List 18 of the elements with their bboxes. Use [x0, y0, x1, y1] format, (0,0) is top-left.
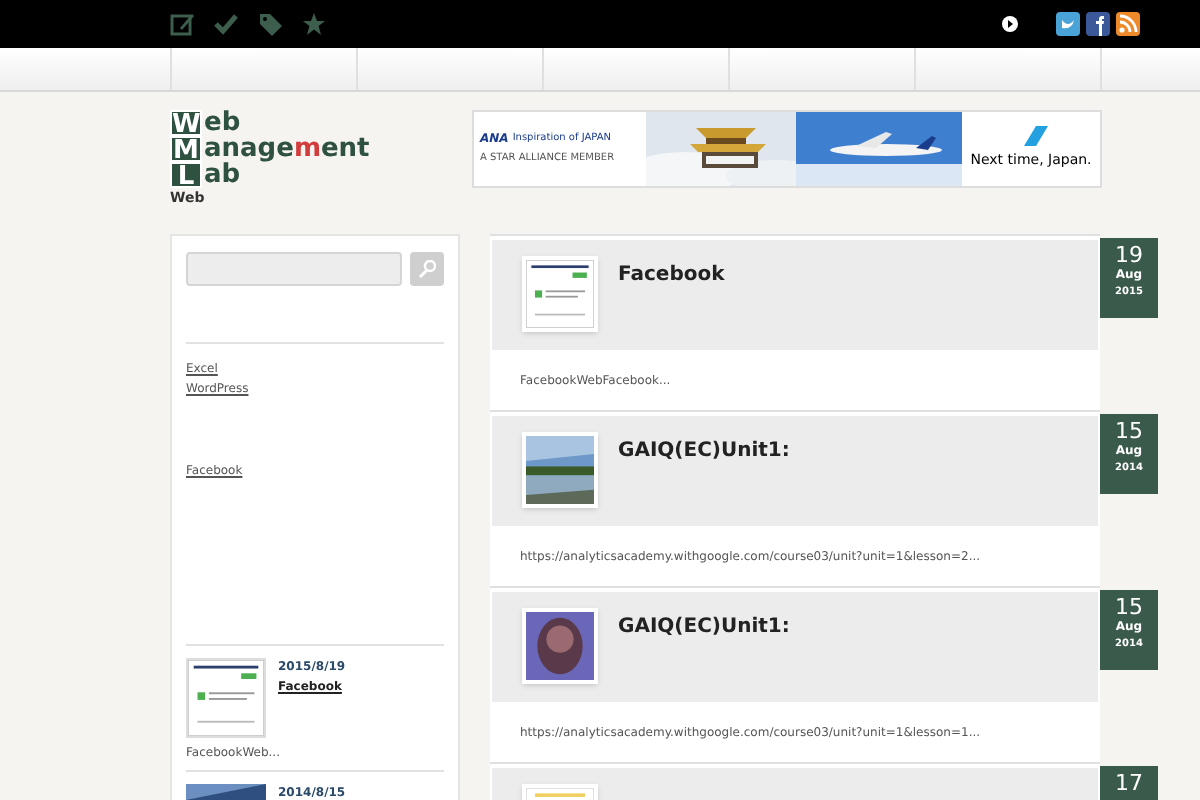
screenshot-thumbnail: [186, 658, 266, 738]
screenshot-thumbnail: [522, 256, 598, 332]
post-title[interactable]: GAIQ(EC)Unit1:: [618, 432, 790, 460]
search-button[interactable]: [410, 252, 444, 286]
site-logo[interactable]: Web M anagement L ab: [170, 110, 370, 188]
facebook-icon[interactable]: [1086, 12, 1110, 36]
search-field[interactable]: [186, 252, 402, 286]
post-title[interactable]: Facebook: [618, 256, 725, 284]
tag-icon[interactable]: [258, 12, 282, 36]
twitter-icon[interactable]: [1056, 12, 1080, 36]
date-badge: 17: [1100, 766, 1158, 800]
arrow-icon[interactable]: [1002, 16, 1018, 32]
checkmark-icon[interactable]: [214, 12, 238, 36]
edit-icon[interactable]: [170, 12, 194, 36]
search-icon: [418, 260, 436, 278]
post-title[interactable]: GAIQ(EC)Unit1:: [618, 608, 790, 636]
star-icon[interactable]: [302, 12, 326, 36]
rss-icon[interactable]: [1116, 12, 1140, 36]
